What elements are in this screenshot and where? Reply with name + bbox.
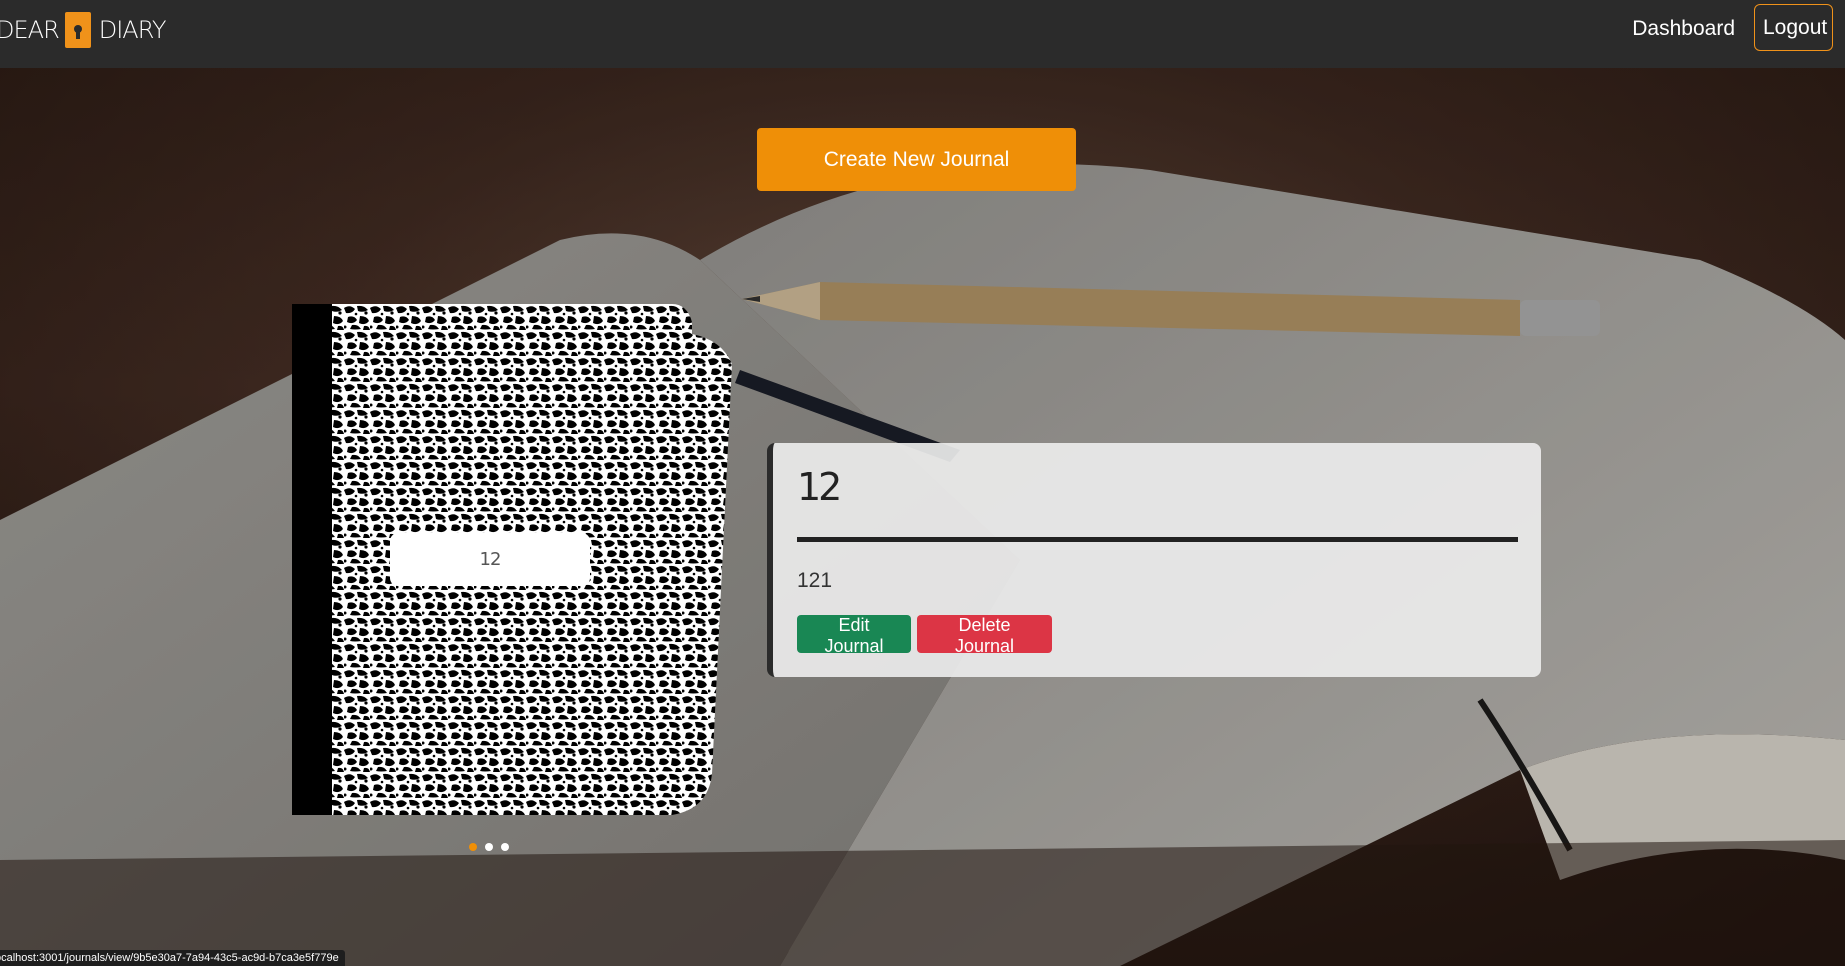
logout-button[interactable]: Logout [1754, 4, 1833, 51]
brand-diary-text: DIARY [98, 16, 167, 44]
top-navbar: DEAR DIARY Dashboard Logout [0, 0, 1845, 68]
cover-title-label: 12 [390, 533, 590, 586]
brand-dear-text: DEAR [0, 16, 60, 44]
brand-logo[interactable]: DEAR DIARY [0, 10, 167, 50]
title-divider [797, 537, 1518, 542]
journal-title: 12 [797, 465, 842, 509]
create-new-journal-button[interactable]: Create New Journal [757, 128, 1076, 191]
carousel-indicators [469, 843, 509, 851]
journal-info-card: 12 121 Edit Journal Delete Journal [767, 443, 1541, 677]
dashboard-link[interactable]: Dashboard [1632, 17, 1735, 41]
carousel-dot-2[interactable] [485, 843, 493, 851]
journal-description: 121 [797, 569, 833, 592]
journal-cover-carousel[interactable]: 12 [292, 304, 734, 815]
link-status-bar: ocalhost:3001/journals/view/9b5e30a7-7a9… [0, 950, 345, 966]
carousel-dot-1[interactable] [469, 843, 477, 851]
keyhole-lock-icon [64, 12, 91, 48]
delete-journal-button[interactable]: Delete Journal [917, 615, 1052, 656]
carousel-dot-3[interactable] [501, 843, 509, 851]
edit-journal-button[interactable]: Edit Journal [797, 615, 911, 656]
